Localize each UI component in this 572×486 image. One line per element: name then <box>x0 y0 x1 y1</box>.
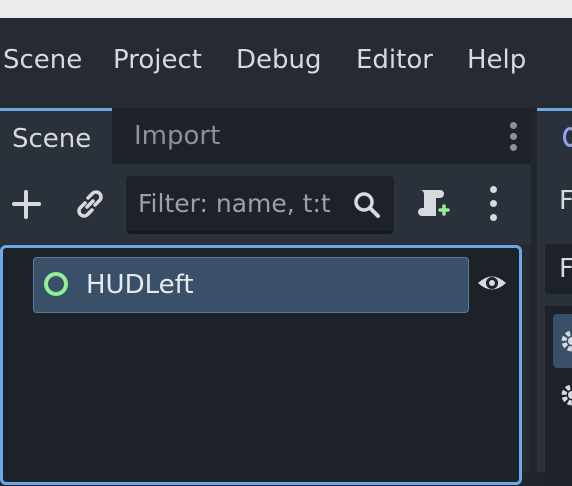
dot <box>490 200 497 207</box>
node-label: HUDLeft <box>86 270 194 300</box>
add-node-button[interactable] <box>4 182 48 226</box>
tab-import[interactable]: Import <box>112 108 252 164</box>
menu-project[interactable]: Project <box>113 42 202 78</box>
dot <box>490 214 497 221</box>
attach-script-icon <box>418 190 450 216</box>
dot <box>510 133 517 140</box>
inspector-list <box>545 306 572 486</box>
menu-editor[interactable]: Editor <box>356 42 433 78</box>
main-menubar: Scene Project Debug Editor Help <box>0 18 572 108</box>
more-options-icon[interactable] <box>472 182 516 226</box>
dot <box>510 144 517 151</box>
tab-import-label: Import <box>134 121 221 151</box>
menu-debug[interactable]: Debug <box>236 42 322 78</box>
inspector-body: F F <box>537 164 572 486</box>
inspector-field-text: F <box>559 254 572 284</box>
eye-icon <box>478 276 506 290</box>
tab-scene[interactable]: Scene <box>0 108 112 164</box>
scene-toolbar: Filter: name, t:t <box>0 164 531 244</box>
inspector-tabbar <box>537 108 572 164</box>
menu-scene[interactable]: Scene <box>3 42 82 78</box>
menu-help[interactable]: Help <box>467 42 526 78</box>
inspector-text: F <box>559 186 572 216</box>
filter-placeholder: Filter: name, t:t <box>138 189 331 218</box>
attach-script-button[interactable] <box>410 182 454 226</box>
dot <box>490 186 497 193</box>
inspector-dock: F F <box>537 108 572 486</box>
dot <box>510 122 517 129</box>
visibility-toggle-button[interactable] <box>475 266 509 300</box>
dock-tabbar: Scene Import <box>0 108 531 164</box>
control-node-icon <box>44 272 68 296</box>
link-icon <box>77 190 103 218</box>
window-title-strip <box>0 0 572 18</box>
tree-node-row[interactable]: HUDLeft <box>33 257 469 313</box>
dock-options-icon[interactable] <box>500 118 526 154</box>
tab-inspector[interactable] <box>537 108 572 164</box>
filter-input[interactable]: Filter: name, t:t <box>126 176 394 234</box>
scene-tree: HUDLeft <box>0 245 522 485</box>
search-icon <box>354 192 380 218</box>
gear-icon <box>561 330 572 352</box>
instance-scene-button[interactable] <box>68 182 112 226</box>
inspector-icon <box>563 127 572 147</box>
tab-scene-label: Scene <box>12 124 92 154</box>
inspector-filter-input[interactable]: F <box>545 244 572 294</box>
gear-icon <box>561 384 572 406</box>
plus-icon-v <box>24 190 28 219</box>
